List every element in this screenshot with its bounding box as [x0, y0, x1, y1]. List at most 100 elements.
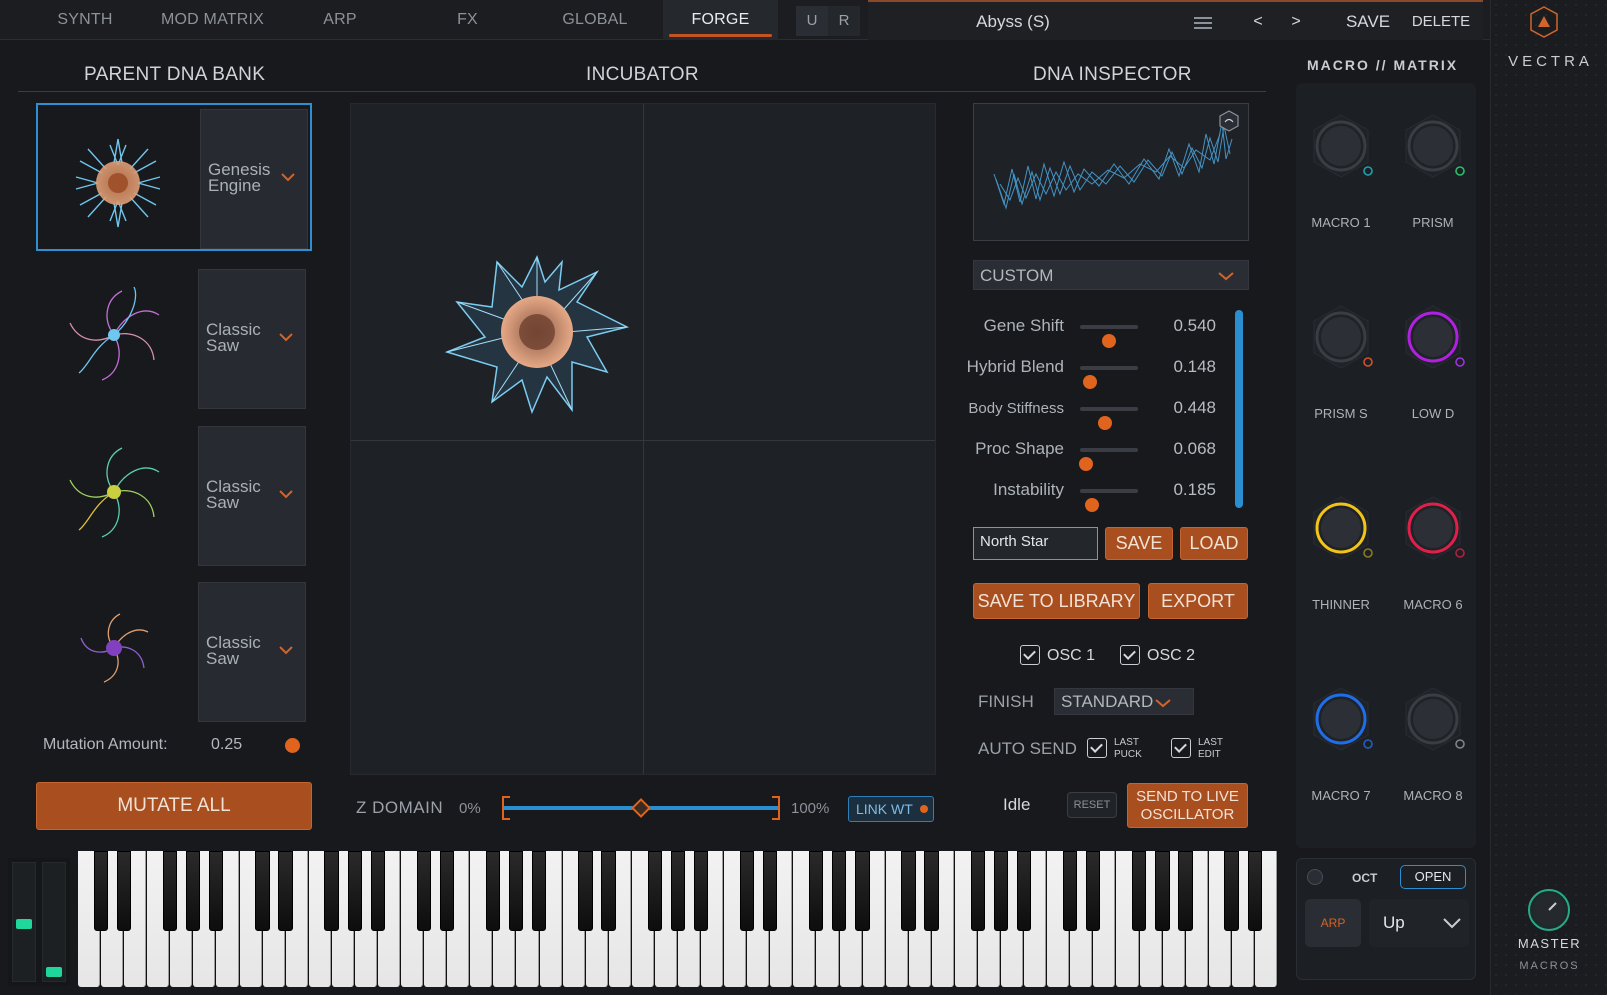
dna-load-button[interactable]: LOAD [1180, 527, 1248, 560]
engine-select-1[interactable]: Genesis Engine [200, 109, 308, 249]
black-key[interactable] [1224, 851, 1239, 931]
knob-icon[interactable] [1308, 495, 1374, 561]
param-slider-track[interactable] [1080, 407, 1138, 430]
knob-icon[interactable] [1400, 113, 1466, 179]
oct-knob[interactable] [1307, 869, 1323, 885]
knob-icon[interactable] [1400, 304, 1466, 370]
param-slider-track[interactable] [1080, 325, 1138, 348]
mutation-amount-knob[interactable] [285, 738, 300, 753]
black-key[interactable] [578, 851, 593, 931]
tab-mod-matrix[interactable]: MOD MATRIX [150, 0, 275, 40]
tab-synth[interactable]: SYNTH [30, 0, 140, 40]
mutation-amount-value[interactable]: 0.25 [211, 736, 242, 754]
knob-icon[interactable] [1308, 686, 1374, 752]
black-key[interactable] [416, 851, 432, 931]
tab-fx[interactable]: FX [420, 0, 515, 40]
engine-select-4[interactable]: Classic Saw [198, 582, 306, 722]
black-key[interactable] [255, 851, 270, 931]
black-key[interactable] [855, 851, 870, 931]
macro-knob-2[interactable]: PRISM [1388, 83, 1478, 233]
tab-global[interactable]: GLOBAL [545, 0, 645, 40]
send-to-live-oscillator-button[interactable]: SEND TO LIVE OSCILLATOR [1127, 783, 1248, 828]
param-slider-track[interactable] [1079, 448, 1138, 471]
osc2-checkbox[interactable] [1120, 645, 1140, 665]
delete-preset-button[interactable]: DELETE [1406, 2, 1476, 42]
engine-select-2[interactable]: Classic Saw [198, 269, 306, 409]
param-hybrid-blend[interactable]: Hybrid Blend 0.148 [967, 351, 1234, 389]
param-gene-shift[interactable]: Gene Shift 0.540 [972, 310, 1234, 348]
black-key[interactable] [347, 851, 362, 931]
param-body-stiffness[interactable]: Body Stiffness 0.448 [968, 392, 1234, 430]
black-key[interactable] [324, 851, 339, 931]
black-key[interactable] [162, 851, 178, 931]
black-key[interactable] [486, 851, 501, 931]
black-key[interactable] [1155, 851, 1170, 931]
black-key[interactable] [1016, 851, 1032, 931]
tab-arp[interactable]: ARP [290, 0, 390, 40]
param-proc-shape[interactable]: Proc Shape 0.068 [972, 433, 1234, 471]
black-key[interactable] [370, 851, 385, 931]
black-key[interactable] [762, 851, 778, 931]
dna-slot-4[interactable]: Classic Saw [36, 578, 312, 726]
param-instability[interactable]: Instability 0.185 [972, 474, 1234, 512]
black-key[interactable] [93, 851, 108, 931]
arp-direction-select[interactable]: Up [1369, 899, 1469, 947]
macro-knob-6[interactable]: MACRO 6 [1388, 465, 1478, 615]
preset-name[interactable]: Abyss (S) [928, 2, 1098, 42]
mutate-all-button[interactable]: MUTATE ALL [36, 782, 312, 830]
knob-icon[interactable] [1400, 686, 1466, 752]
macro-knob-1[interactable]: MACRO 1 [1296, 83, 1386, 233]
incubator-xy-pad[interactable] [350, 103, 936, 775]
knob-icon[interactable] [1308, 304, 1374, 370]
open-button[interactable]: OPEN [1400, 865, 1466, 889]
black-key[interactable] [278, 851, 293, 931]
redo-button[interactable]: R [828, 6, 860, 36]
black-key[interactable] [809, 851, 824, 931]
black-key[interactable] [439, 851, 455, 931]
black-key[interactable] [532, 851, 547, 931]
pitch-wheel[interactable] [12, 862, 36, 982]
osc1-checkbox[interactable] [1020, 645, 1040, 665]
mod-wheel-thumb[interactable] [46, 967, 62, 977]
black-key[interactable] [832, 851, 847, 931]
black-key[interactable] [186, 851, 201, 931]
params-scrollbar[interactable] [1235, 310, 1243, 508]
black-key[interactable] [670, 851, 685, 931]
param-slider-thumb[interactable] [1097, 416, 1112, 430]
knob-icon[interactable] [1308, 113, 1374, 179]
param-slider-track[interactable] [1080, 366, 1138, 389]
macro-knob-3[interactable]: PRISM S [1296, 274, 1386, 424]
black-key[interactable] [647, 851, 662, 931]
black-key[interactable] [116, 851, 132, 931]
dna-name-input[interactable]: North Star [973, 527, 1098, 560]
black-key[interactable] [1247, 851, 1262, 931]
hybrid-dna-puck[interactable] [437, 244, 637, 429]
pitch-wheel-thumb[interactable] [16, 919, 32, 929]
param-slider-track[interactable] [1080, 489, 1138, 512]
dna-save-button[interactable]: SAVE [1105, 527, 1173, 560]
save-preset-button[interactable]: SAVE [1338, 2, 1398, 42]
knob-icon[interactable] [1400, 495, 1466, 561]
tab-forge[interactable]: FORGE [663, 0, 778, 40]
z-slider-right-handle[interactable] [772, 796, 780, 820]
export-button[interactable]: EXPORT [1148, 583, 1248, 619]
z-slider-left-handle[interactable] [502, 796, 510, 820]
macro-knob-5[interactable]: THINNER [1296, 465, 1386, 615]
black-key[interactable] [1086, 851, 1101, 931]
link-wt-toggle[interactable]: LINK WT [848, 796, 934, 822]
dna-slot-3[interactable]: Classic Saw [36, 422, 312, 570]
hexagon-icon[interactable] [1218, 110, 1240, 132]
last-puck-checkbox[interactable] [1087, 738, 1107, 758]
macro-knob-8[interactable]: MACRO 8 [1388, 656, 1478, 806]
black-key[interactable] [739, 851, 755, 931]
master-knob[interactable] [1527, 888, 1571, 937]
engine-select-3[interactable]: Classic Saw [198, 426, 306, 566]
param-slider-thumb[interactable] [1079, 457, 1094, 471]
arp-toggle-button[interactable]: ARP [1305, 899, 1361, 947]
finish-select[interactable]: STANDARD [1054, 688, 1194, 715]
param-slider-thumb[interactable] [1084, 498, 1099, 512]
hamburger-icon[interactable] [1188, 2, 1218, 42]
next-preset-button[interactable]: > [1286, 2, 1306, 42]
dna-slot-1[interactable]: Genesis Engine [36, 103, 312, 251]
param-slider-thumb[interactable] [1083, 375, 1098, 389]
